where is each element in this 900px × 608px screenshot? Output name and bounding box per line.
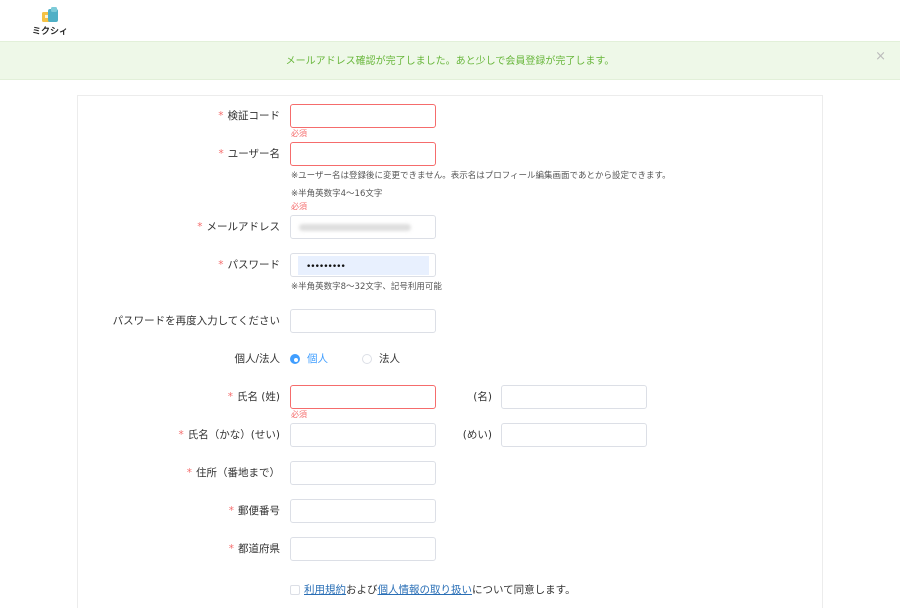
password-label: * パスワード	[218, 259, 280, 271]
verification-code-input[interactable]	[290, 104, 436, 128]
verification-code-label: * 検証コード	[218, 110, 280, 122]
mixi-logo[interactable]: ミクシィ	[30, 6, 70, 37]
agreement-and-text: および	[346, 584, 378, 596]
email-input[interactable]	[290, 215, 436, 239]
agree-checkbox[interactable]	[290, 585, 300, 595]
password-confirm-input[interactable]	[290, 309, 436, 333]
given-name-label: (名)	[473, 391, 492, 403]
close-icon[interactable]: ×	[875, 50, 886, 64]
address-input[interactable]	[290, 461, 436, 485]
prefecture-input[interactable]	[290, 537, 436, 561]
site-header: ミクシィ	[0, 0, 900, 40]
password-masked-value: •••••••••	[306, 262, 346, 272]
password-confirm-label: パスワードを再度入力してください	[112, 315, 280, 327]
verification-code-error: 必須	[291, 129, 307, 138]
address-label: * 住所（番地まで）	[186, 467, 280, 479]
prefecture-label: * 都道府県	[228, 543, 280, 555]
family-name-kana-label: * 氏名（かな）(せい)	[178, 429, 280, 441]
alert-message: メールアドレス確認が完了しました。あと少しで会員登録が完了します。	[285, 56, 615, 67]
radio-individual-circle	[290, 354, 300, 364]
username-input[interactable]	[290, 142, 436, 166]
terms-link[interactable]: 利用規約	[304, 583, 346, 597]
terms-agreement: 利用規約 および 個人情報の取り扱い について同意します。	[290, 583, 576, 597]
username-error: 必須	[291, 202, 307, 211]
given-name-kana-label: (めい)	[462, 429, 492, 441]
family-name-error: 必須	[291, 410, 307, 419]
logo-house-icon	[42, 7, 58, 22]
username-hint-change: ※ユーザー名は登録後に変更できません。表示名はプロフィール編集画面であとから設定…	[291, 171, 671, 181]
logo-text: ミクシィ	[31, 27, 68, 37]
entity-type-label: 個人/法人	[234, 353, 280, 365]
radio-individual-label: 個人	[307, 353, 328, 365]
radio-individual[interactable]: 個人	[290, 352, 328, 366]
postal-code-label: * 郵便番号	[228, 505, 280, 517]
agreement-suffix-text: について同意します。	[472, 584, 576, 596]
password-autofill-highlight: •••••••••	[298, 256, 429, 275]
radio-corporation-label: 法人	[379, 353, 400, 365]
radio-corporation[interactable]: 法人	[362, 352, 400, 366]
password-hint: ※半角英数字8〜32文字、記号利用可能	[291, 282, 442, 292]
password-input[interactable]: •••••••••	[290, 253, 436, 277]
privacy-link[interactable]: 個人情報の取り扱い	[378, 583, 473, 597]
email-label: * メールアドレス	[197, 221, 280, 233]
given-name-input[interactable]	[501, 385, 647, 409]
email-redacted-value	[299, 224, 411, 231]
given-name-kana-input[interactable]	[501, 423, 647, 447]
username-hint-length: ※半角英数字4〜16文字	[291, 189, 383, 199]
postal-code-input[interactable]	[290, 499, 436, 523]
family-name-label: * 氏名 (姓)	[227, 391, 280, 403]
username-label: * ユーザー名	[218, 148, 280, 160]
radio-corporation-circle	[362, 354, 372, 364]
success-alert: メールアドレス確認が完了しました。あと少しで会員登録が完了します。 ×	[0, 41, 900, 80]
